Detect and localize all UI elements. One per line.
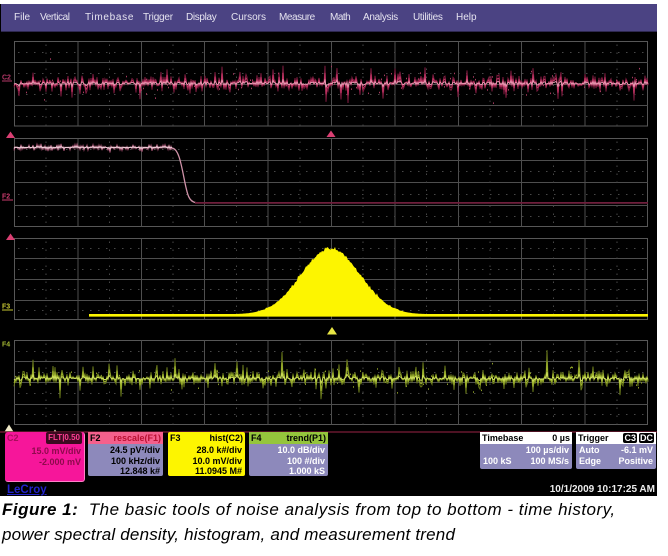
svg-text:F2: F2: [2, 194, 10, 201]
svg-text:C2: C2: [2, 75, 11, 82]
svg-text:F4: F4: [2, 342, 10, 349]
svg-text:F3: F3: [2, 304, 10, 311]
